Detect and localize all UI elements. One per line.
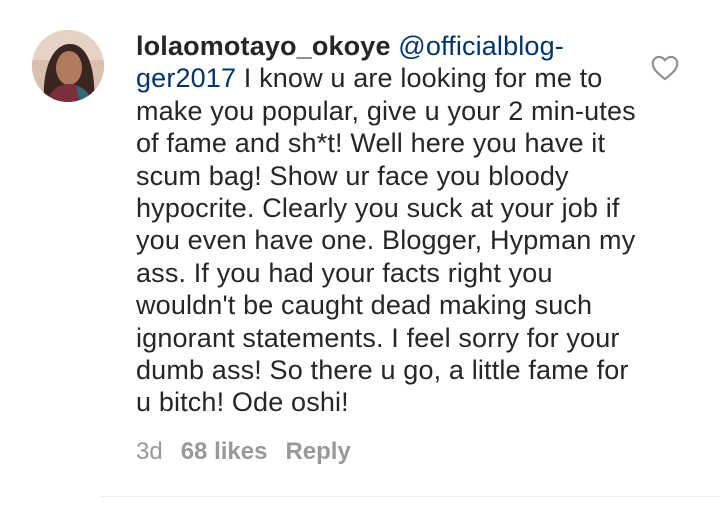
comment-time: 3d: [136, 438, 163, 465]
comment-text: I know u are looking for me to make you …: [136, 63, 636, 418]
comment-likes[interactable]: 68 likes: [181, 438, 268, 466]
avatar[interactable]: [32, 30, 104, 102]
heart-icon[interactable]: [651, 55, 679, 81]
comment-body: lolaomotayo_okoye @officialblog-ger2017 …: [136, 30, 636, 419]
comment-username[interactable]: lolaomotayo_okoye: [136, 31, 391, 61]
divider: [100, 496, 720, 497]
avatar-image: [32, 30, 104, 102]
reply-button[interactable]: Reply: [285, 438, 350, 466]
comment-meta: 3d 68 likes Reply: [136, 438, 351, 466]
comment-item: lolaomotayo_okoye @officialblog-ger2017 …: [0, 0, 720, 513]
